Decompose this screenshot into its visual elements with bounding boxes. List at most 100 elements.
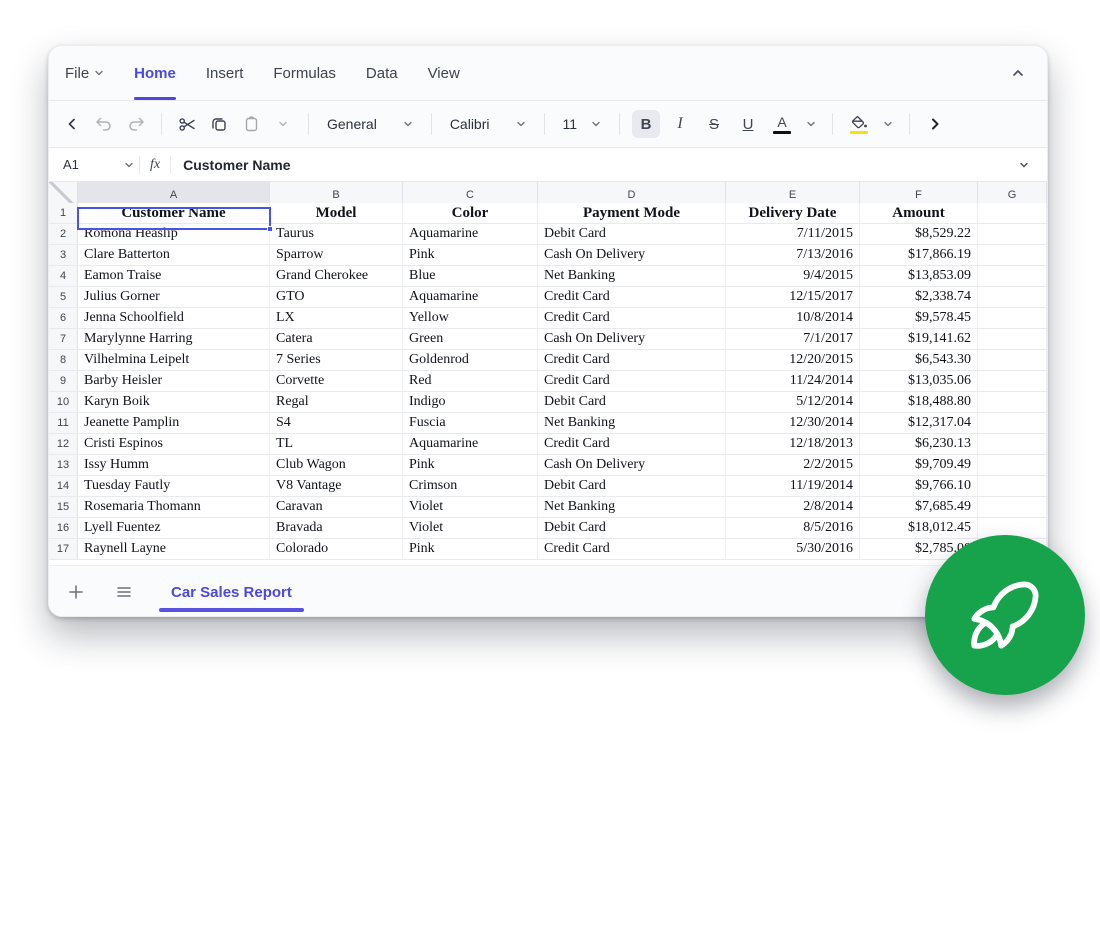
cell[interactable]: Debit Card <box>538 392 726 413</box>
undo-button[interactable] <box>91 111 117 137</box>
cell[interactable]: $12,317.04 <box>860 413 978 434</box>
cell[interactable]: 11/24/2014 <box>726 371 860 392</box>
cell[interactable]: Credit Card <box>538 350 726 371</box>
cell[interactable]: $17,866.19 <box>860 245 978 266</box>
paste-button[interactable] <box>238 111 264 137</box>
row-header-3[interactable]: 3 <box>49 245 78 266</box>
cell[interactable]: $8,529.22 <box>860 224 978 245</box>
cell[interactable] <box>978 392 1047 413</box>
toolbar-back-button[interactable] <box>59 111 85 137</box>
underline-button[interactable]: U <box>734 110 762 138</box>
row-header-5[interactable]: 5 <box>49 287 78 308</box>
cell[interactable]: Eamon Traise <box>78 266 270 287</box>
cell[interactable]: Vilhelmina Leipelt <box>78 350 270 371</box>
fill-color-options-button[interactable] <box>879 111 897 137</box>
cell[interactable]: Sparrow <box>270 245 403 266</box>
row-header-17[interactable]: 17 <box>49 539 78 560</box>
cell[interactable]: V8 Vantage <box>270 476 403 497</box>
menu-data[interactable]: Data <box>366 46 398 100</box>
cell[interactable]: Tuesday Fautly <box>78 476 270 497</box>
row-header-10[interactable]: 10 <box>49 392 78 413</box>
cell[interactable] <box>978 350 1047 371</box>
cell[interactable]: Taurus <box>270 224 403 245</box>
collapse-ribbon-button[interactable] <box>1005 60 1031 86</box>
cell-reference-dropdown[interactable] <box>119 152 139 178</box>
cell[interactable]: Credit Card <box>538 371 726 392</box>
cell[interactable] <box>978 413 1047 434</box>
cell[interactable]: Delivery Date <box>726 203 860 224</box>
cell[interactable]: Issy Humm <box>78 455 270 476</box>
cell[interactable]: $9,709.49 <box>860 455 978 476</box>
cell[interactable]: TL <box>270 434 403 455</box>
cell[interactable]: Marylynne Harring <box>78 329 270 350</box>
cell[interactable]: Model <box>270 203 403 224</box>
cell[interactable]: 2/8/2014 <box>726 497 860 518</box>
cell[interactable]: 11/19/2014 <box>726 476 860 497</box>
expand-formula-bar-button[interactable] <box>1011 152 1037 178</box>
cell[interactable]: Green <box>403 329 538 350</box>
row-header-13[interactable]: 13 <box>49 455 78 476</box>
cell[interactable]: Fuscia <box>403 413 538 434</box>
row-header-2[interactable]: 2 <box>49 224 78 245</box>
cell[interactable]: $6,543.30 <box>860 350 978 371</box>
cell[interactable]: Debit Card <box>538 476 726 497</box>
cell[interactable]: Debit Card <box>538 224 726 245</box>
bold-button[interactable]: B <box>632 110 660 138</box>
row-header-8[interactable]: 8 <box>49 350 78 371</box>
cell[interactable]: Cash On Delivery <box>538 329 726 350</box>
cell[interactable]: Net Banking <box>538 413 726 434</box>
row-header-4[interactable]: 4 <box>49 266 78 287</box>
strikethrough-button[interactable]: S <box>700 110 728 138</box>
cell[interactable]: 8/5/2016 <box>726 518 860 539</box>
cell[interactable]: Cristi Espinos <box>78 434 270 455</box>
cell[interactable]: 12/18/2013 <box>726 434 860 455</box>
cell[interactable]: Pink <box>403 539 538 560</box>
menu-insert[interactable]: Insert <box>206 46 244 100</box>
cell[interactable]: Red <box>403 371 538 392</box>
redo-button[interactable] <box>123 111 149 137</box>
cell[interactable]: Karyn Boik <box>78 392 270 413</box>
cell[interactable]: GTO <box>270 287 403 308</box>
number-format-dropdown[interactable]: General <box>321 112 419 136</box>
row-header-9[interactable]: 9 <box>49 371 78 392</box>
cell[interactable]: $7,685.49 <box>860 497 978 518</box>
paste-options-button[interactable] <box>270 111 296 137</box>
cell[interactable] <box>978 455 1047 476</box>
cell[interactable]: Colorado <box>270 539 403 560</box>
cell[interactable]: 12/20/2015 <box>726 350 860 371</box>
cell[interactable]: 7/13/2016 <box>726 245 860 266</box>
cell[interactable]: 7 Series <box>270 350 403 371</box>
font-size-dropdown[interactable]: 11 <box>557 112 608 136</box>
cell[interactable]: $13,853.09 <box>860 266 978 287</box>
cell[interactable] <box>978 434 1047 455</box>
cell[interactable]: Bravada <box>270 518 403 539</box>
cell[interactable]: $9,578.45 <box>860 308 978 329</box>
cell[interactable]: 10/8/2014 <box>726 308 860 329</box>
cell[interactable]: 2/2/2015 <box>726 455 860 476</box>
cell[interactable]: Catera <box>270 329 403 350</box>
cell[interactable]: Credit Card <box>538 539 726 560</box>
cell[interactable]: Cash On Delivery <box>538 455 726 476</box>
cell[interactable]: Violet <box>403 497 538 518</box>
sheet-list-button[interactable] <box>111 579 137 605</box>
cell[interactable] <box>978 308 1047 329</box>
cell[interactable]: $18,012.45 <box>860 518 978 539</box>
cell[interactable] <box>978 287 1047 308</box>
cell[interactable]: S4 <box>270 413 403 434</box>
cell[interactable]: Jenna Schoolfield <box>78 308 270 329</box>
cell[interactable]: Amount <box>860 203 978 224</box>
function-icon[interactable]: fx <box>140 157 170 173</box>
cell[interactable]: Raynell Layne <box>78 539 270 560</box>
add-sheet-button[interactable] <box>63 579 89 605</box>
cell[interactable]: Lyell Fuentez <box>78 518 270 539</box>
cell[interactable]: $13,035.06 <box>860 371 978 392</box>
row-header-1[interactable]: 1 <box>49 203 78 224</box>
font-color-options-button[interactable] <box>802 111 820 137</box>
cell[interactable]: Caravan <box>270 497 403 518</box>
menu-formulas[interactable]: Formulas <box>273 46 336 100</box>
cell[interactable]: Club Wagon <box>270 455 403 476</box>
rocket-launch-badge[interactable] <box>925 535 1085 695</box>
formula-input[interactable]: Customer Name <box>171 157 1011 173</box>
cell[interactable]: Violet <box>403 518 538 539</box>
cell[interactable]: 5/30/2016 <box>726 539 860 560</box>
